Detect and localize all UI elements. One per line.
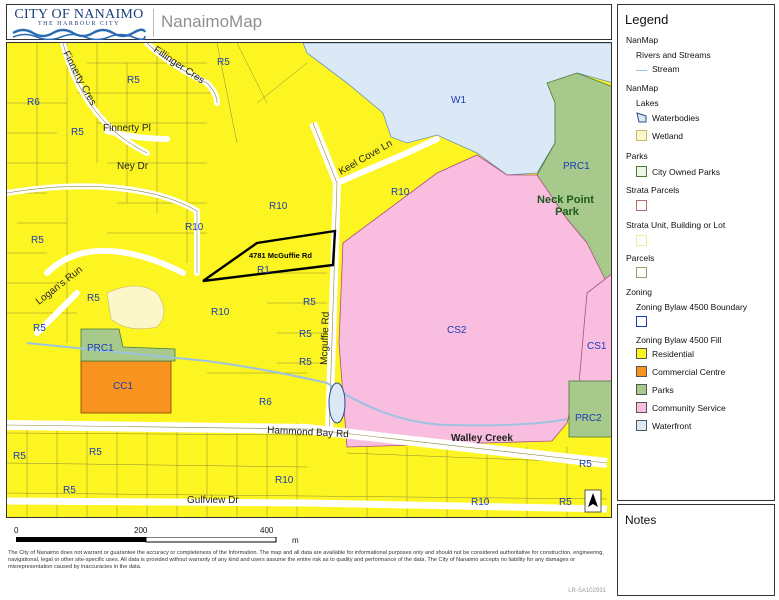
park-label-line: Neck Point (537, 194, 594, 206)
legend-rivers-label: Rivers and Streams (636, 50, 711, 60)
zone-label: CC1 (113, 381, 133, 392)
document-id: LR-SA102931 (568, 588, 606, 594)
street-label: Walley Creek (451, 433, 513, 444)
legend-group-nanmap: NanMap (626, 83, 659, 93)
zone-label: R5 (299, 357, 312, 368)
legend-zoning-fill-label: Zoning Bylaw 4500 Fill (636, 335, 722, 345)
disclaimer-text: The City of Nanaimo does not warrant or … (8, 550, 604, 570)
legend-zoning-group: Zoning (626, 287, 652, 297)
zone-label: R5 (13, 451, 26, 462)
legend-stream-label: Stream (652, 64, 680, 74)
zone-label: R5 (89, 447, 102, 458)
zone-label: R5 (559, 497, 572, 508)
parcel-address-label: 4781 McGuffie Rd (249, 251, 312, 260)
legend-group-nanmap: NanMap (626, 35, 659, 45)
wetland-area (106, 285, 165, 330)
city-parks-swatch (636, 166, 647, 177)
scale-label-400: 400 (260, 526, 274, 535)
zone-label: R10 (391, 187, 410, 198)
residential-swatch (636, 348, 647, 359)
map-footer: 0 200 400 m The City of Nanaimo does not… (6, 520, 612, 596)
street-label: Finnerty Pl (103, 123, 151, 134)
zone-label: R5 (217, 57, 230, 68)
zone-label: R6 (27, 97, 40, 108)
wetland-swatch (636, 130, 647, 141)
park-zone-prc2 (568, 380, 611, 438)
legend-title: Legend (625, 12, 669, 27)
legend-strata-parcels-label: Strata Parcels (626, 185, 680, 195)
scale-unit: m (292, 536, 299, 545)
zone-label: R5 (127, 75, 140, 86)
map-header: CITY OF NANAIMO THE HARBOUR CITY Nanaimo… (6, 4, 612, 40)
legend-parks-fill-label: Parks (652, 385, 674, 395)
zone-label: R5 (87, 293, 100, 304)
community-service-swatch (636, 402, 647, 413)
header-divider (153, 9, 154, 37)
zone-label: R5 (33, 323, 46, 334)
zone-label: W1 (451, 95, 466, 106)
legend-parcels-label: Parcels (626, 253, 655, 263)
scale-bar (16, 537, 277, 543)
legend-waterfront-label: Waterfront (652, 421, 692, 431)
map-view[interactable]: R5 R6 R5 R5 R10 R10 R10 R1 R5 R5 R5 R10 … (6, 42, 612, 518)
legend-zoning-boundary-label: Zoning Bylaw 4500 Boundary (636, 302, 748, 312)
zone-label: R10 (269, 201, 288, 212)
street-label: Gulfview Dr (187, 495, 239, 506)
zone-label: R10 (211, 307, 230, 318)
north-arrow-icon (584, 489, 602, 513)
legend-strata-unit-label: Strata Unit, Building or Lot (626, 220, 726, 230)
strata-unit-swatch (636, 235, 647, 246)
zone-label: R5 (299, 329, 312, 340)
zone-label: R10 (185, 222, 204, 233)
legend-commercial-label: Commercial Centre (652, 367, 726, 377)
street-label: Ney Dr (117, 161, 149, 172)
zone-label: R10 (471, 497, 490, 508)
legend-city-parks-label: City Owned Parks (652, 167, 721, 177)
zone-label: CS1 (587, 341, 607, 352)
notes-panel: Notes (617, 504, 775, 596)
legend-community-label: Community Service (652, 403, 726, 413)
park-label-line: Park (555, 206, 580, 218)
zone-label: R5 (303, 297, 316, 308)
map-canvas[interactable]: R5 R6 R5 R5 R10 R10 R10 R1 R5 R5 R5 R10 … (7, 43, 612, 518)
zone-label: R5 (71, 127, 84, 138)
app-title: NanaimoMap (161, 12, 263, 31)
parcels-swatch (636, 267, 647, 278)
stream-swatch (636, 65, 647, 71)
notes-title: Notes (625, 513, 657, 527)
parks-swatch (636, 384, 647, 395)
pond (328, 382, 346, 424)
zone-label: R5 (31, 235, 44, 246)
waterbody-swatch (636, 112, 647, 123)
legend-residential-label: Residential (652, 349, 695, 359)
zone-label: CS2 (447, 325, 467, 336)
street-label: Mcguffie Rd (319, 312, 332, 366)
zone-label: R1 (257, 265, 270, 276)
legend-panel: Legend NanMap Rivers and Streams Stream … (617, 4, 775, 501)
legend-lakes-label: Lakes (636, 98, 659, 108)
wave-icon (12, 28, 147, 40)
scale-label-0: 0 (14, 526, 19, 535)
legend-waterbodies-label: Waterbodies (652, 113, 700, 123)
zone-label: R6 (259, 397, 272, 408)
zone-label: R10 (275, 475, 294, 486)
zone-label: PRC1 (563, 161, 590, 172)
zone-label: PRC2 (575, 413, 602, 424)
legend-parks-group: Parks (626, 151, 648, 161)
zone-label: R5 (579, 459, 592, 470)
scale-label-200: 200 (134, 526, 148, 535)
strata-parcels-swatch (636, 200, 647, 211)
commercial-swatch (636, 366, 647, 377)
zoning-boundary-swatch (636, 316, 647, 327)
city-logo[interactable]: CITY OF NANAIMO THE HARBOUR CITY (11, 7, 147, 40)
zone-label: R5 (63, 485, 76, 496)
legend-wetland-label: Wetland (652, 131, 684, 141)
waterfront-swatch (636, 420, 647, 431)
zone-label: PRC1 (87, 343, 114, 354)
